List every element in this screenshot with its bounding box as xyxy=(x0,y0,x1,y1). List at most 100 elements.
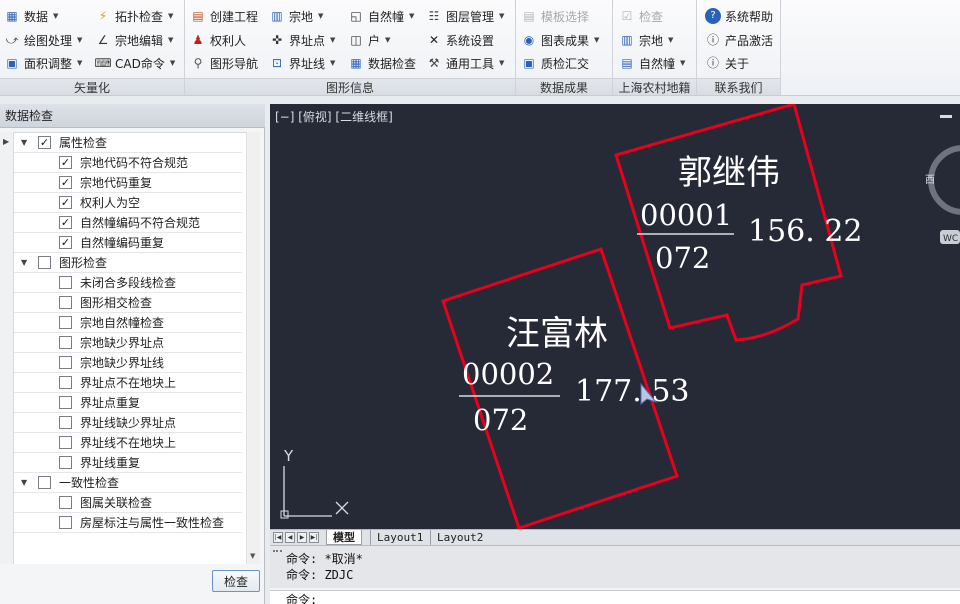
drag-grip-icon[interactable] xyxy=(273,550,282,558)
next-tab-icon[interactable]: ▶ xyxy=(297,532,307,543)
item-checkbox[interactable] xyxy=(59,456,72,469)
about-icon: ⓘ xyxy=(706,56,719,70)
tree-group-row[interactable]: ▼ 一致性检查 xyxy=(0,473,242,493)
item-checkbox[interactable] xyxy=(59,516,72,529)
command-input[interactable]: 命令: xyxy=(270,590,960,604)
tree-item-row[interactable]: 界址线不在地块上 xyxy=(0,433,242,453)
owner-button[interactable]: ♟ 权利人 xyxy=(190,29,246,51)
tree-item-row[interactable]: 未闭合多段线检查 xyxy=(0,273,242,293)
item-checkbox[interactable] xyxy=(59,336,72,349)
last-tab-icon[interactable]: ▶| xyxy=(309,532,319,543)
tree-item-row[interactable]: ✓ 自然幢编码重复 xyxy=(0,233,242,253)
tree-item-row[interactable]: 界址点重复 xyxy=(0,393,242,413)
sh-natural-building-button[interactable]: ▤ 自然幢 ▼ xyxy=(619,52,685,74)
wcs-label[interactable]: WC xyxy=(943,234,958,244)
item-label: 界址线重复 xyxy=(80,456,141,470)
layer-manage-button[interactable]: ☷ 图层管理 ▼ xyxy=(426,5,505,27)
boundary-line-button[interactable]: ⊡ 界址线 ▼ xyxy=(269,52,335,74)
system-settings-button[interactable]: ✕ 系统设置 xyxy=(426,29,494,51)
tree-item-row[interactable]: 房屋标注与属性一致性检查 xyxy=(0,513,242,533)
tree-scrollbar[interactable]: ▼ xyxy=(246,132,260,564)
layer-manage-icon: ☷ xyxy=(428,9,440,23)
tree-item-row[interactable]: 界址线缺少界址点 xyxy=(0,413,242,433)
item-checkbox[interactable]: ✓ xyxy=(59,216,72,229)
item-checkbox[interactable] xyxy=(59,496,72,509)
boundary-point-button[interactable]: ✜ 界址点 ▼ xyxy=(269,29,335,51)
drawing-canvas[interactable]: [−] [俯视] [二维线框] 郭继伟 00001 072 156. 22 汪富… xyxy=(270,104,960,529)
natural-building-button[interactable]: ◱ 自然幢 ▼ xyxy=(348,5,414,27)
item-checkbox[interactable] xyxy=(59,296,72,309)
tree-item-row[interactable]: ✓ 自然幢编码不符合规范 xyxy=(0,213,242,233)
check-button[interactable]: 检查 xyxy=(212,570,260,592)
create-project-button[interactable]: ▤ 创建工程 xyxy=(190,5,258,27)
parcel-button[interactable]: ▥ 宗地 ▼ xyxy=(269,5,323,27)
item-checkbox[interactable] xyxy=(59,356,72,369)
tree-item-row[interactable]: 图属关联检查 xyxy=(0,493,242,513)
quality-submit-button[interactable]: ▣ 质检汇交 xyxy=(521,52,589,74)
prev-tab-icon[interactable]: ◀ xyxy=(285,532,295,543)
data-check-panel: 数据检查 ▼ ✓ 属性检查 ✓ 宗地代码不符合规范 ✓ 宗地代码重复 ✓ 权利人为空 ✓ 自然幢编码… xyxy=(0,104,265,604)
expand-arrow-icon[interactable]: ▼ xyxy=(21,138,27,147)
command-history-line: 命令: *取消* xyxy=(286,552,363,566)
item-label: 自然幢编码不符合规范 xyxy=(80,216,201,230)
tree-item-row[interactable]: 宗地缺少界址点 xyxy=(0,333,242,353)
item-checkbox[interactable] xyxy=(59,316,72,329)
tree-group-row[interactable]: ▼ ✓ 属性检查 xyxy=(0,133,242,153)
viewcube-compass[interactable] xyxy=(928,115,960,244)
expand-arrow-icon[interactable]: ▼ xyxy=(21,478,27,487)
graphic-nav-button[interactable]: ⚲ 图形导航 xyxy=(190,52,258,74)
tab-model[interactable]: 模型 xyxy=(326,530,362,545)
scroll-down-arrow-icon[interactable]: ▼ xyxy=(250,552,255,560)
group-checkbox[interactable] xyxy=(38,476,51,489)
tree-item-row[interactable]: ✓ 宗地代码重复 xyxy=(0,173,242,193)
expand-arrow-icon[interactable]: ▼ xyxy=(21,258,27,267)
activate-button[interactable]: ⓘ 产品激活 xyxy=(705,29,773,51)
tree-item-row[interactable]: 图形相交检查 xyxy=(0,293,242,313)
data-check-button[interactable]: ▦ 数据检查 xyxy=(348,52,416,74)
item-checkbox[interactable]: ✓ xyxy=(59,156,72,169)
ucs-axis-icon xyxy=(280,466,349,519)
about-button[interactable]: ⓘ 关于 xyxy=(705,52,749,74)
draw-process-button[interactable]: ⤻ 绘图处理 ▼ xyxy=(4,29,83,51)
tree-item-row[interactable]: 宗地自然幢检查 xyxy=(0,313,242,333)
dropdown-arrow-icon: ▼ xyxy=(53,12,59,20)
parcel-edit-button[interactable]: ∠ 宗地编辑 ▼ xyxy=(95,29,174,51)
item-checkbox[interactable] xyxy=(59,436,72,449)
item-checkbox[interactable]: ✓ xyxy=(59,176,72,189)
dropdown-arrow-icon: ▼ xyxy=(77,59,83,67)
command-window: 命令: *取消* 命令: ZDJC 命令: xyxy=(270,545,960,604)
tree-item-row[interactable]: ✓ 权利人为空 xyxy=(0,193,242,213)
group-checkbox[interactable] xyxy=(38,256,51,269)
item-checkbox[interactable]: ✓ xyxy=(59,196,72,209)
tree-group-row[interactable]: ▼ 图形检查 xyxy=(0,253,242,273)
tree-item-row[interactable]: 界址线重复 xyxy=(0,453,242,473)
check-icon: ☑ xyxy=(621,9,633,23)
item-checkbox[interactable] xyxy=(59,416,72,429)
topology-check-button[interactable]: ⚡ 拓扑检查 ▼ xyxy=(95,5,174,27)
check-tree: ▼ ✓ 属性检查 ✓ 宗地代码不符合规范 ✓ 宗地代码重复 ✓ 权利人为空 ✓ 自然幢编码不符合规范… xyxy=(0,132,258,564)
item-checkbox[interactable] xyxy=(59,376,72,389)
tree-item-row[interactable]: 宗地缺少界址线 xyxy=(0,353,242,373)
template-select-button[interactable]: ▤ 模板选择 xyxy=(521,5,589,27)
tab-layout1[interactable]: Layout1 xyxy=(370,530,429,545)
item-checkbox[interactable]: ✓ xyxy=(59,236,72,249)
data-button[interactable]: ▦ 数据 ▼ xyxy=(4,5,58,27)
common-tools-button[interactable]: ⚒ 通用工具 ▼ xyxy=(426,52,505,74)
sh-parcel-button[interactable]: ▥ 宗地 ▼ xyxy=(619,29,673,51)
area-adjust-button[interactable]: ▣ 面积调整 ▼ xyxy=(4,52,82,74)
group-checkbox[interactable]: ✓ xyxy=(38,136,51,149)
household-button[interactable]: ◫ 户 ▼ xyxy=(348,29,390,51)
item-checkbox[interactable] xyxy=(59,276,72,289)
cad-command-button[interactable]: ⌨ CAD命令 ▼ xyxy=(94,52,175,74)
area-adjust-icon: ▣ xyxy=(6,56,18,70)
chart-result-button[interactable]: ◉ 图表成果 ▼ xyxy=(521,29,600,51)
item-checkbox[interactable] xyxy=(59,396,72,409)
help-button[interactable]: ? 系统帮助 xyxy=(705,5,773,27)
tab-layout2[interactable]: Layout2 xyxy=(430,530,489,545)
check-ribbon-button[interactable]: ☑ 检查 xyxy=(619,5,663,27)
ribbon-group-data-results: ▤ 模板选择 ◉ 图表成果 ▼ ▣ 质检汇交 数据成果 xyxy=(516,0,613,96)
tree-item-row[interactable]: 界址点不在地块上 xyxy=(0,373,242,393)
create-project-icon: ▤ xyxy=(192,9,204,23)
tree-item-row[interactable]: ✓ 宗地代码不符合规范 xyxy=(0,153,242,173)
first-tab-icon[interactable]: |◀ xyxy=(273,532,283,543)
